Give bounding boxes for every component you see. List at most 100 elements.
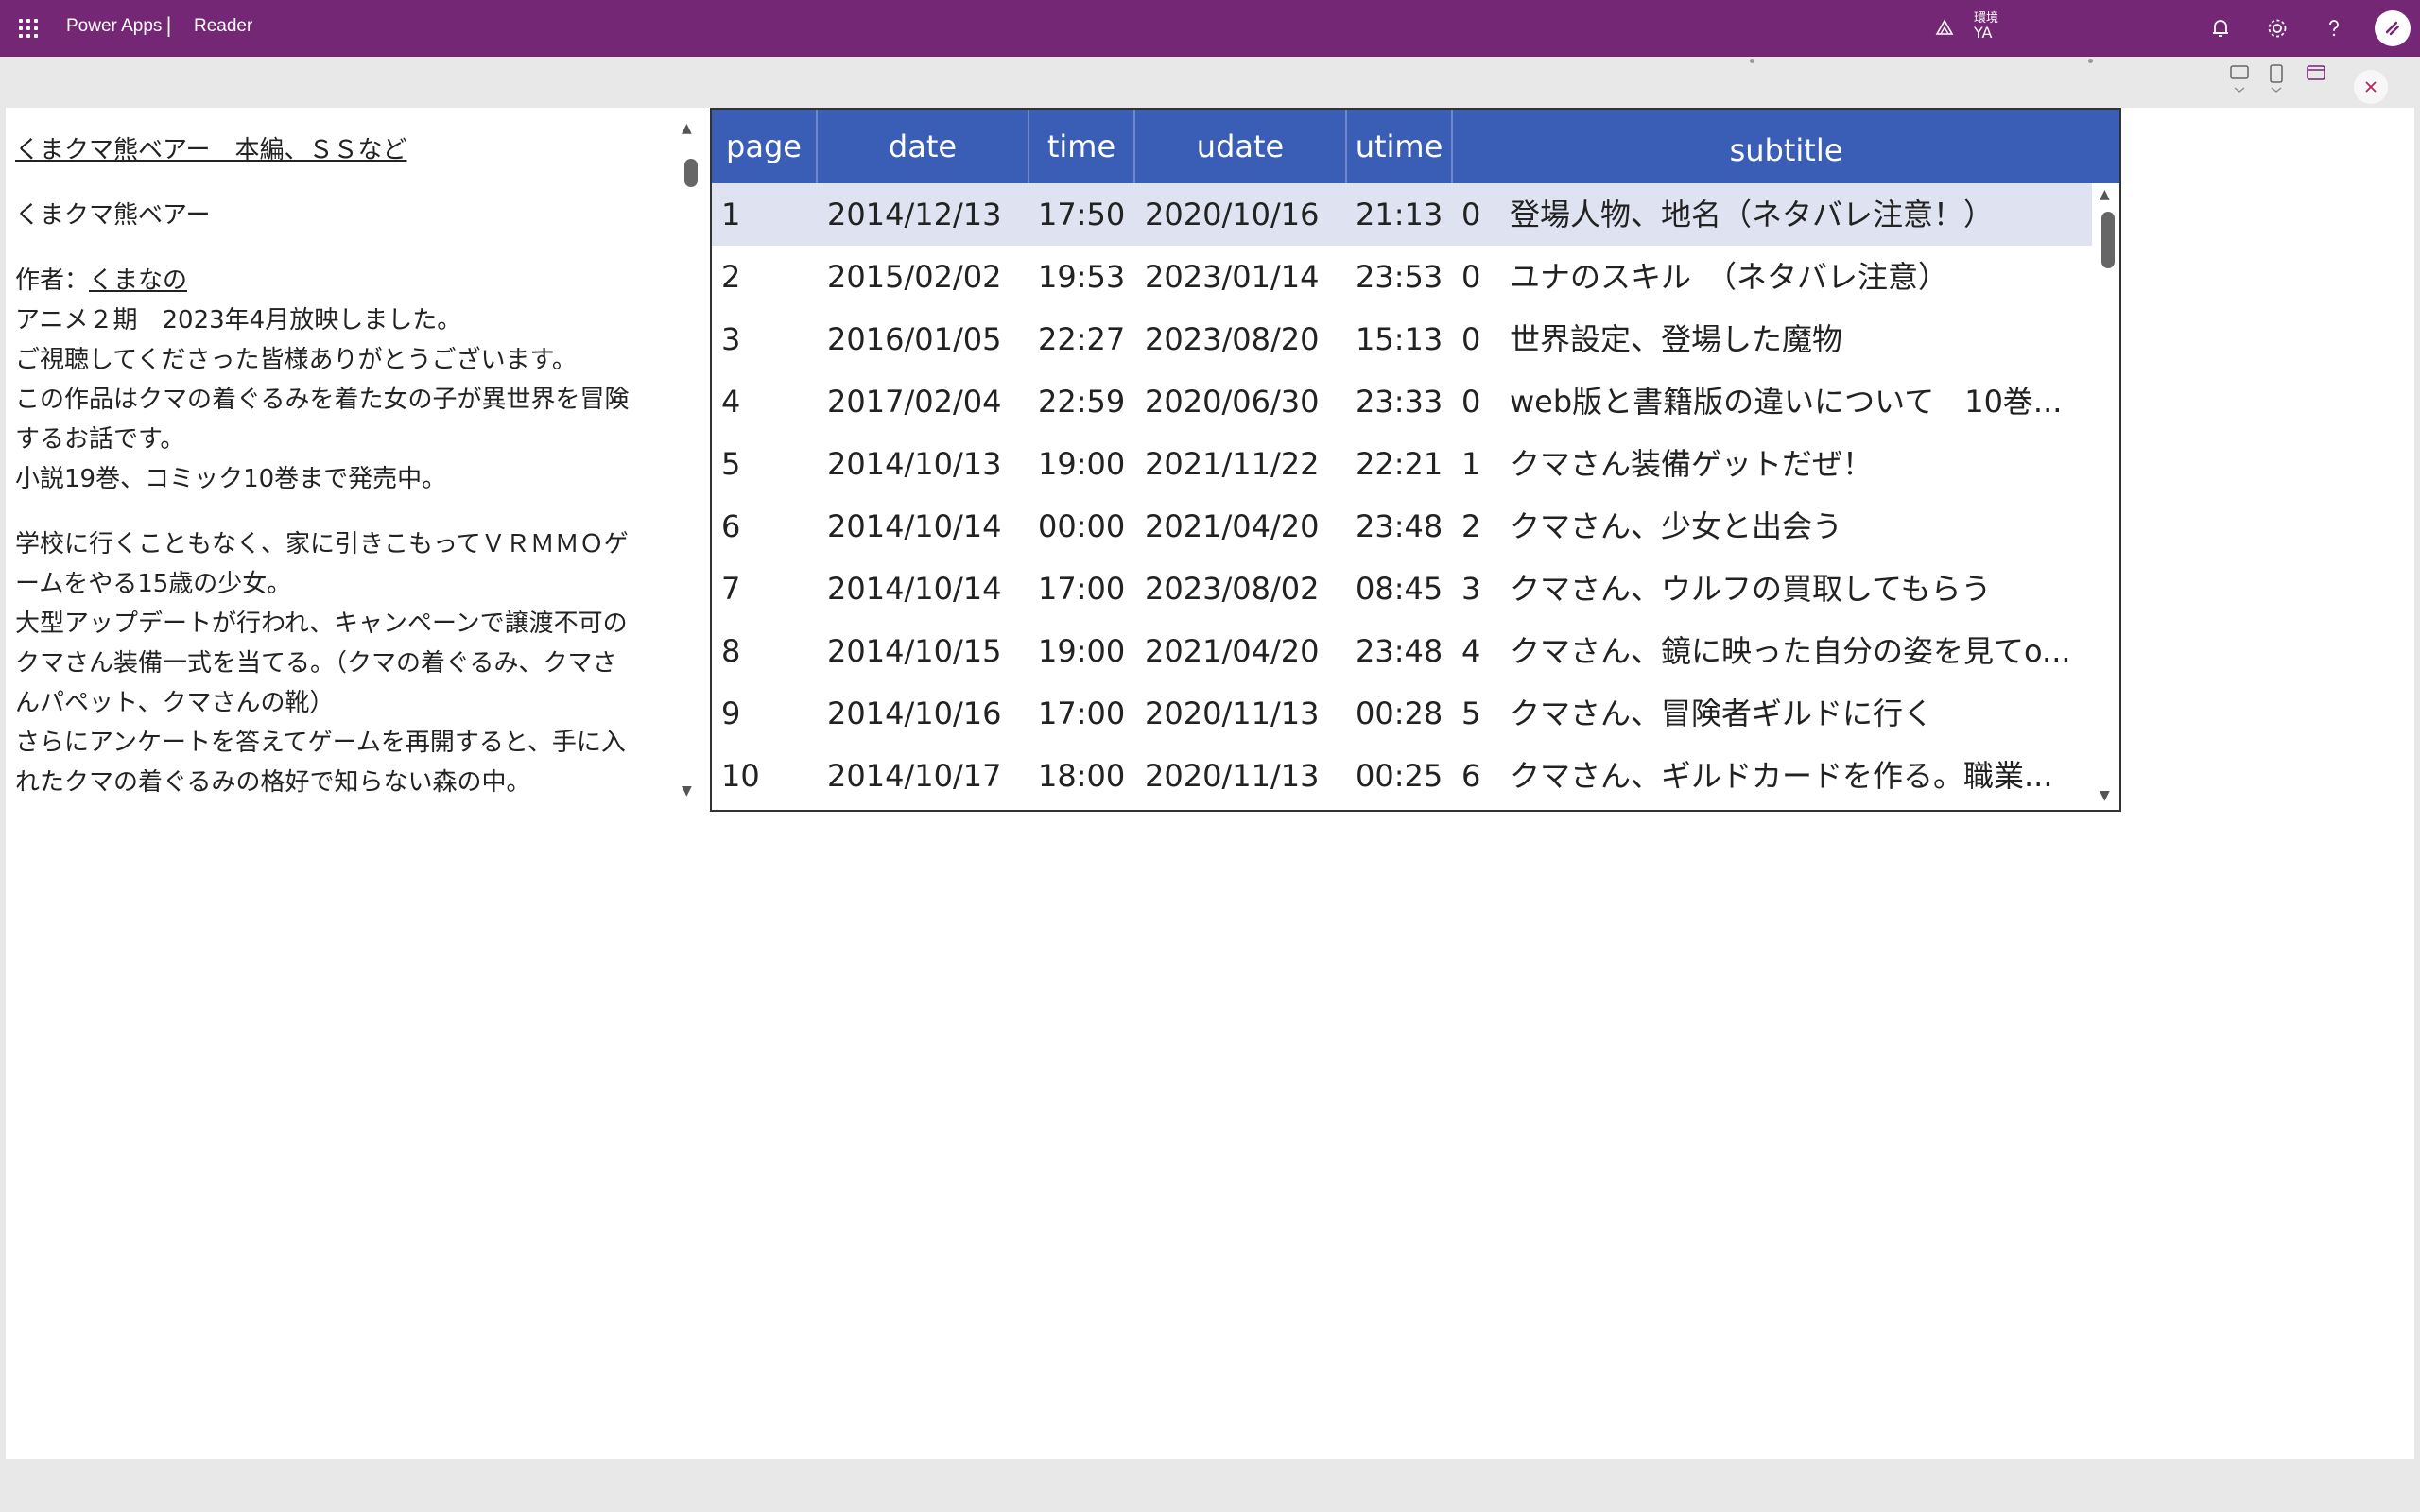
header-subtitle[interactable]: subtitle bbox=[1453, 110, 2119, 183]
text-line: さらにアンケートを答えてゲームを再開すると、手に入 bbox=[15, 729, 626, 757]
comment-icon[interactable] bbox=[2229, 64, 2250, 94]
series-subtitle: くまクマ熊ベアー bbox=[15, 201, 211, 230]
cell-udate: 2023/08/02 bbox=[1145, 571, 1320, 607]
cell-time: 17:00 bbox=[1038, 571, 1126, 607]
phone-icon[interactable] bbox=[2266, 64, 2287, 94]
cell-page: 1 bbox=[721, 197, 741, 232]
cell-time: 00:00 bbox=[1038, 508, 1126, 544]
series-title-link[interactable]: くまクマ熊ベアー 本編、ＳＳなど bbox=[15, 130, 677, 170]
cell-date: 2014/10/14 bbox=[827, 571, 1002, 607]
cell-subtitle: 登場人物、地名（ネタバレ注意！） bbox=[1510, 197, 1995, 232]
scrollbar-thumb[interactable] bbox=[684, 159, 698, 187]
author-link[interactable]: くまなの bbox=[89, 266, 187, 295]
scrollbar-thumb[interactable] bbox=[2101, 212, 2115, 268]
cell-subtitle: クマさん、ギルドカードを作る。職業... bbox=[1510, 758, 2053, 794]
bell-icon[interactable] bbox=[2208, 16, 2233, 41]
gallery-header: page date time udate utime subtitle bbox=[712, 110, 2119, 183]
header-utime[interactable]: utime bbox=[1347, 110, 1453, 183]
studio-ribbon bbox=[0, 57, 2420, 108]
cell-number: 2 bbox=[1461, 508, 1481, 544]
table-row[interactable]: 9 2014/10/16 17:00 2020/11/13 00:28 5 クマ… bbox=[712, 682, 2092, 745]
cell-utime: 22:21 bbox=[1356, 446, 1443, 482]
title-separator: | bbox=[165, 14, 173, 37]
text-line: この作品はクマの着ぐるみを着た女の子が異世界を冒険 bbox=[15, 386, 630, 414]
table-row[interactable]: 5 2014/10/13 19:00 2021/11/22 22:21 1 クマ… bbox=[712, 433, 2092, 495]
cell-udate: 2020/06/30 bbox=[1145, 384, 1320, 420]
text-line: ご視聴してくださった皆様ありがとうございます。 bbox=[15, 346, 577, 374]
cell-page: 5 bbox=[721, 446, 741, 482]
cell-subtitle: クマさん、少女と出会う bbox=[1510, 508, 1843, 544]
table-row[interactable]: 6 2014/10/14 00:00 2021/04/20 23:48 2 クマ… bbox=[712, 495, 2092, 558]
cell-time: 17:00 bbox=[1038, 696, 1126, 731]
table-row[interactable]: 8 2014/10/15 19:00 2021/04/20 23:48 4 クマ… bbox=[712, 620, 2092, 682]
cell-utime: 00:25 bbox=[1356, 758, 1443, 794]
table-row[interactable]: 3 2016/01/05 22:27 2023/08/20 15:13 0 世界… bbox=[712, 308, 2092, 370]
cell-number: 3 bbox=[1461, 571, 1481, 607]
cell-number: 0 bbox=[1461, 384, 1481, 420]
environment-value[interactable]: YA bbox=[1974, 24, 1992, 42]
cell-number: 0 bbox=[1461, 259, 1481, 295]
cell-utime: 21:13 bbox=[1356, 197, 1443, 232]
header-page[interactable]: page bbox=[712, 110, 818, 183]
description-panel[interactable]: くまクマ熊ベアー 本編、ＳＳなど くまクマ熊ベアー 作者：くまなの アニメ２期 … bbox=[6, 108, 711, 812]
text-line: ームをやる15歳の少女。 bbox=[15, 570, 292, 598]
cell-time: 19:00 bbox=[1038, 446, 1126, 482]
cell-time: 19:00 bbox=[1038, 633, 1126, 669]
app-icon[interactable] bbox=[2306, 64, 2326, 94]
cell-udate: 2020/10/16 bbox=[1145, 197, 1320, 232]
text-line: アニメ２期 2023年4月放映しました。 bbox=[15, 306, 462, 335]
close-button[interactable] bbox=[2354, 70, 2388, 104]
waffle-icon[interactable] bbox=[17, 17, 40, 40]
table-row[interactable]: 1 2014/12/13 17:50 2020/10/16 21:13 0 登場… bbox=[712, 183, 2092, 246]
text-line: 小説19巻、コミック10巻まで発売中。 bbox=[15, 465, 447, 493]
cell-number: 6 bbox=[1461, 758, 1481, 794]
cell-page: 4 bbox=[721, 384, 741, 420]
scroll-up-arrow-icon[interactable]: ▲ bbox=[682, 121, 692, 136]
table-row[interactable]: 7 2014/10/14 17:00 2023/08/02 08:45 3 クマ… bbox=[712, 558, 2092, 620]
cell-subtitle: 世界設定、登場した魔物 bbox=[1510, 321, 1843, 357]
cell-number: 5 bbox=[1461, 696, 1481, 731]
avatar[interactable] bbox=[2375, 10, 2411, 46]
header-udate[interactable]: udate bbox=[1135, 110, 1347, 183]
cell-utime: 23:53 bbox=[1356, 259, 1443, 295]
text-line: するお話です。 bbox=[15, 425, 185, 454]
help-icon[interactable] bbox=[2322, 16, 2346, 41]
ribbon-dot bbox=[2088, 59, 2093, 63]
header-time[interactable]: time bbox=[1029, 110, 1135, 183]
scroll-down-arrow-icon[interactable]: ▼ bbox=[682, 783, 692, 799]
cell-subtitle: ユナのスキル （ネタバレ注意） bbox=[1510, 259, 1949, 295]
text-line: んパペット、クマさんの靴） bbox=[15, 689, 335, 717]
cell-number: 0 bbox=[1461, 321, 1481, 357]
table-row[interactable]: 10 2014/10/17 18:00 2020/11/13 00:25 6 ク… bbox=[712, 745, 2092, 807]
cell-time: 18:00 bbox=[1038, 758, 1126, 794]
chapter-gallery[interactable]: page date time udate utime subtitle 1 20… bbox=[710, 108, 2121, 812]
app-name[interactable]: Power Apps bbox=[66, 16, 162, 37]
cell-page: 6 bbox=[721, 508, 741, 544]
gear-icon[interactable] bbox=[2265, 16, 2290, 41]
table-row[interactable]: 2 2015/02/02 19:53 2023/01/14 23:53 0 ユナ… bbox=[712, 246, 2092, 308]
cell-number: 1 bbox=[1461, 446, 1481, 482]
power-apps-icon bbox=[2385, 21, 2400, 36]
ribbon-dot bbox=[1750, 59, 1754, 63]
table-row[interactable]: 4 2017/02/04 22:59 2020/06/30 23:33 0 we… bbox=[712, 370, 2092, 433]
cell-subtitle: クマさん、鏡に映った自分の姿を見てo... bbox=[1510, 633, 2071, 669]
scroll-down-arrow-icon[interactable]: ▼ bbox=[2100, 788, 2110, 803]
cell-udate: 2023/01/14 bbox=[1145, 259, 1320, 295]
environment-icon[interactable] bbox=[1934, 17, 1955, 38]
cell-udate: 2020/11/13 bbox=[1145, 758, 1320, 794]
scroll-up-arrow-icon[interactable]: ▲ bbox=[2100, 187, 2110, 202]
cell-utime: 15:13 bbox=[1356, 321, 1443, 357]
cell-date: 2015/02/02 bbox=[827, 259, 1002, 295]
cell-udate: 2021/04/20 bbox=[1145, 508, 1320, 544]
cell-utime: 08:45 bbox=[1356, 571, 1443, 607]
cell-date: 2014/10/13 bbox=[827, 446, 1002, 482]
cell-number: 4 bbox=[1461, 633, 1481, 669]
text-line: クマさん装備一式を当てる。（クマの着ぐるみ、クマさ bbox=[15, 649, 617, 678]
header-date[interactable]: date bbox=[818, 110, 1029, 183]
cell-utime: 23:33 bbox=[1356, 384, 1443, 420]
close-icon bbox=[2365, 81, 2377, 93]
cell-date: 2014/10/14 bbox=[827, 508, 1002, 544]
text-line: れたクマの着ぐるみの格好で知らない森の中。 bbox=[15, 768, 531, 797]
cell-number: 0 bbox=[1461, 197, 1481, 232]
cell-date: 2014/10/16 bbox=[827, 696, 1002, 731]
